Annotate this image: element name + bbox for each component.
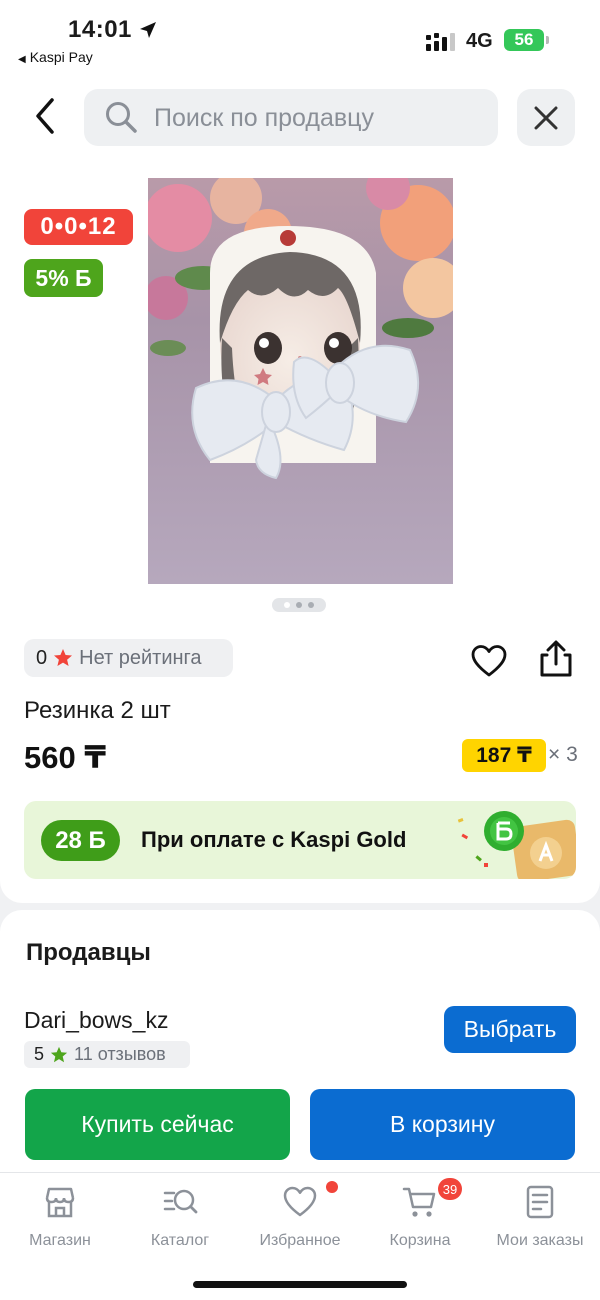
- seller-rating-pill[interactable]: 5 11 отзывов: [24, 1041, 190, 1068]
- back-app-label: Kaspi Pay: [29, 49, 93, 65]
- star-icon: [54, 649, 73, 666]
- location-arrow-icon: [140, 22, 156, 38]
- back-chevron-icon[interactable]: [30, 96, 60, 136]
- kaspi-gold-banner[interactable]: 28 Б При оплате с Kaspi Gold: [24, 801, 576, 879]
- rating-text: Нет рейтинга: [79, 646, 202, 669]
- rating-pill[interactable]: 0 Нет рейтинга: [24, 639, 233, 677]
- installment-price-badge[interactable]: 187 ₸: [462, 739, 546, 772]
- tab-label: Магазин: [29, 1232, 91, 1249]
- tab-label: Мои заказы: [496, 1232, 584, 1249]
- network-type: 4G: [466, 30, 493, 52]
- tab-label: Корзина: [389, 1232, 451, 1249]
- favorite-heart-icon[interactable]: [471, 644, 507, 678]
- product-title: Резинка 2 шт: [24, 697, 171, 724]
- sellers-heading: Продавцы: [26, 939, 151, 966]
- product-price: 560 ₸: [24, 740, 106, 775]
- select-seller-button[interactable]: Выбрать: [444, 1006, 576, 1053]
- bonus-percent-badge: 5% Б: [24, 259, 103, 297]
- product-photo-illustration: [148, 178, 453, 584]
- product-image[interactable]: [148, 178, 453, 584]
- catalog-search-icon: [163, 1189, 198, 1214]
- tab-orders[interactable]: Мои заказы: [480, 1180, 600, 1252]
- tab-catalog[interactable]: Каталог: [120, 1180, 240, 1252]
- battery-cap: [546, 36, 549, 44]
- status-time: 14:01: [68, 16, 132, 43]
- favorites-notification-dot: [326, 1181, 338, 1193]
- kaspi-gold-bonus: 28 Б: [41, 820, 120, 861]
- seller-name[interactable]: Dari_bows_kz: [24, 1007, 168, 1034]
- image-carousel-dots[interactable]: [272, 598, 326, 612]
- seller-reviews-count: 11 отзывов: [74, 1044, 166, 1064]
- back-triangle-icon: ◀: [18, 54, 26, 65]
- add-to-cart-button[interactable]: В корзину: [310, 1089, 575, 1160]
- heart-icon: [283, 1186, 317, 1217]
- battery-level: 56: [514, 30, 534, 49]
- kaspi-gold-card-icon: [457, 811, 576, 879]
- cart-count-badge: 39: [438, 1178, 462, 1200]
- close-button[interactable]: [517, 89, 575, 146]
- search-icon: [106, 102, 137, 133]
- orders-icon: [526, 1185, 554, 1219]
- buy-now-button[interactable]: Купить сейчас: [25, 1089, 290, 1160]
- store-icon: [45, 1187, 75, 1218]
- carousel-dot[interactable]: [284, 602, 290, 608]
- star-icon: [50, 1046, 68, 1062]
- signal-icon: [426, 33, 455, 51]
- rating-value: 0: [36, 646, 48, 669]
- cart-icon: [402, 1187, 436, 1217]
- search-input[interactable]: [154, 101, 484, 135]
- tab-cart[interactable]: Корзина: [360, 1180, 480, 1252]
- carousel-dot[interactable]: [296, 602, 302, 608]
- home-indicator[interactable]: [193, 1281, 407, 1288]
- kaspi-gold-text: При оплате с Kaspi Gold: [141, 827, 407, 852]
- tab-store[interactable]: Магазин: [0, 1180, 120, 1252]
- seller-rating-value: 5: [34, 1044, 45, 1064]
- share-icon[interactable]: [538, 640, 574, 678]
- back-to-app-link[interactable]: ◀ Kaspi Pay: [18, 49, 93, 65]
- installment-months: × 3: [548, 743, 578, 766]
- tab-favorites[interactable]: Избранное: [240, 1180, 360, 1252]
- close-icon: [534, 106, 558, 129]
- tab-label: Каталог: [150, 1232, 210, 1249]
- countdown-timer-badge: 0•0•12: [24, 209, 133, 245]
- tab-label: Избранное: [259, 1232, 341, 1249]
- battery-indicator: 56: [504, 29, 544, 51]
- carousel-dot[interactable]: [308, 602, 314, 608]
